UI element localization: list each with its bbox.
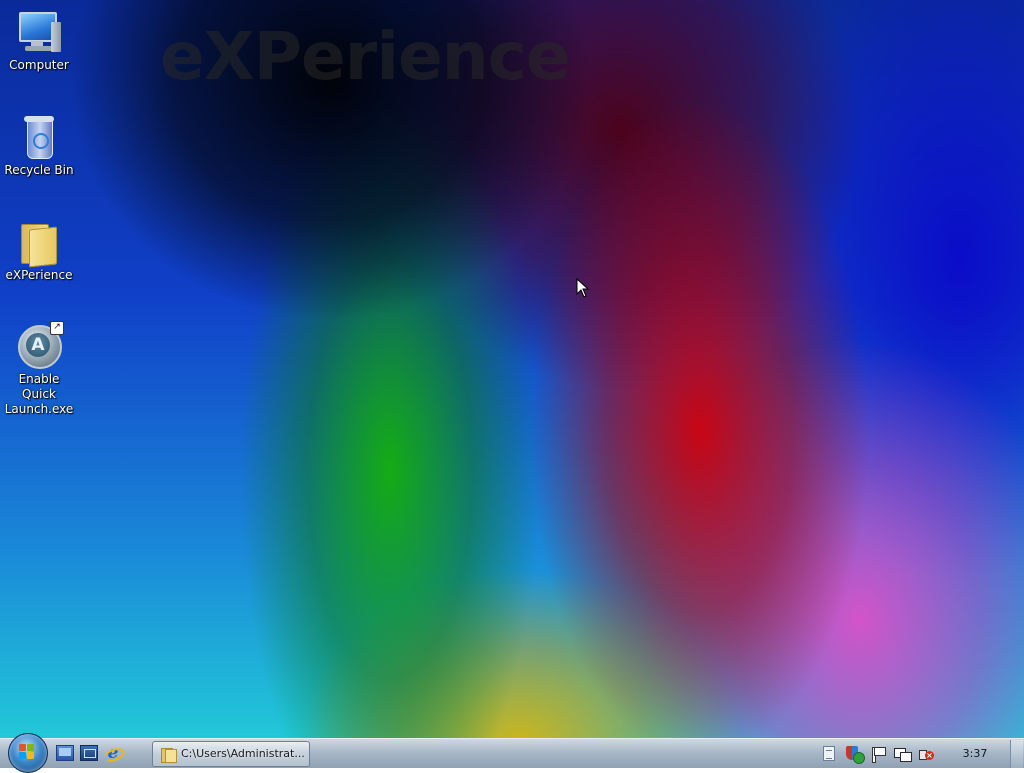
volume-muted-icon[interactable]: × — [918, 746, 934, 762]
start-button[interactable] — [8, 733, 48, 773]
switch-windows-icon[interactable] — [80, 745, 98, 761]
folder-icon — [15, 218, 63, 268]
desktop-icon-label: Computer — [9, 58, 69, 72]
taskbar-button-label: C:\Users\Administrat... — [181, 747, 305, 760]
desktop-icon-computer[interactable]: Computer — [0, 8, 78, 73]
internet-explorer-icon[interactable]: e — [101, 745, 127, 765]
clock[interactable]: 3:37 — [948, 739, 1002, 769]
desktop-icon-enable-quick-launch[interactable]: A ↗ Enable Quick Launch.exe — [0, 321, 78, 417]
action-center-flag-icon[interactable] — [870, 746, 886, 763]
desktop-icon-experience-folder[interactable]: eXPerience — [0, 218, 78, 283]
show-desktop-button[interactable] — [1010, 740, 1023, 768]
desktop-icon-recycle-bin[interactable]: Recycle Bin — [0, 113, 78, 178]
wallpaper-watermark: eXPerience — [160, 18, 571, 95]
desktop-icon-label-line2: Launch.exe — [4, 402, 74, 416]
recycle-bin-icon — [15, 113, 63, 161]
desktop-background: eXPerience Computer Recycle Bin eXPerien… — [0, 0, 1024, 738]
desktop-icon-label-line1: Enable Quick — [18, 372, 60, 401]
start-orb-icon — [19, 744, 35, 760]
show-desktop-icon[interactable] — [56, 745, 74, 761]
desktop-icon-label: Recycle Bin — [4, 163, 74, 177]
security-center-icon[interactable] — [846, 746, 865, 764]
document-icon[interactable] — [823, 746, 835, 761]
shortcut-arrow-icon: ↗ — [50, 321, 64, 335]
desktop-icon-label: eXPerience — [5, 268, 73, 282]
computer-icon — [15, 8, 63, 56]
mouse-cursor-icon — [576, 278, 590, 298]
taskbar-button-explorer[interactable]: C:\Users\Administrat... — [152, 741, 310, 767]
folder-icon — [161, 747, 177, 763]
quick-launch-app-icon: A ↗ — [15, 321, 64, 370]
taskbar: e C:\Users\Administrat... × 3:37 — [0, 733, 1024, 773]
network-icon[interactable] — [894, 746, 912, 762]
